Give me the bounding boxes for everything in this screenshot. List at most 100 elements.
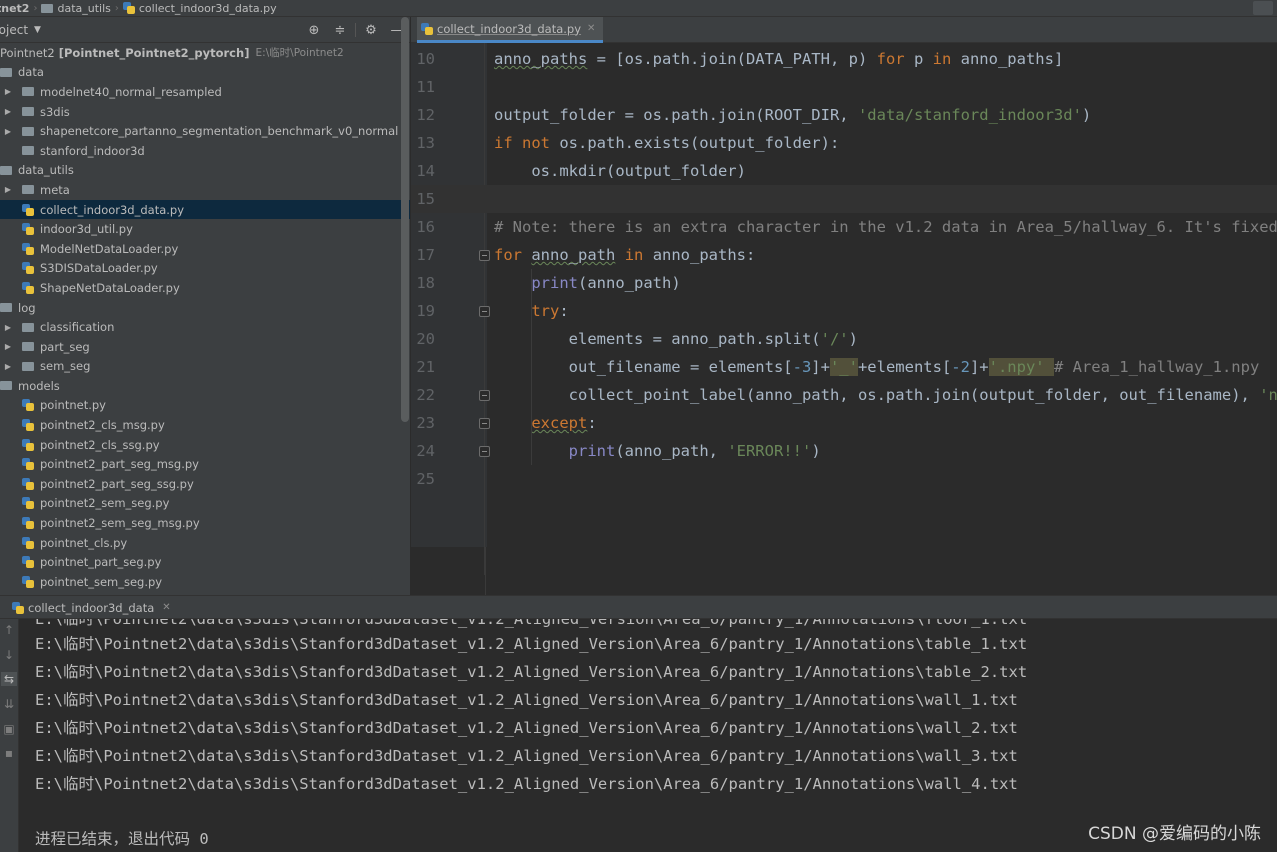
trash-icon[interactable]: ▪: [1, 746, 17, 760]
breadcrumb-project[interactable]: tnet2: [0, 0, 29, 16]
line-number: 23: [416, 414, 435, 432]
tree-item[interactable]: sem_seg: [0, 357, 410, 377]
tree-item[interactable]: s3dis: [0, 102, 410, 122]
soft-wrap-icon[interactable]: ⇆: [1, 672, 17, 686]
tree-item-label: ModelNetDataLoader.py: [40, 241, 179, 256]
close-icon[interactable]: ✕: [162, 602, 170, 613]
tree-item[interactable]: classification: [0, 317, 410, 337]
tree-item[interactable]: pointnet2_cls_ssg.py: [0, 435, 410, 455]
tree-item[interactable]: pointnet2_cls_msg.py: [0, 415, 410, 435]
tree-item[interactable]: pointnet2_part_seg_msg.py: [0, 454, 410, 474]
close-icon[interactable]: ✕: [587, 23, 595, 34]
chevron-down-icon[interactable]: ▼: [34, 25, 41, 35]
breadcrumb-data-utils[interactable]: data_utils: [41, 0, 111, 16]
tree-item[interactable]: ShapeNetDataLoader.py: [0, 278, 410, 298]
project-root-module: [Pointnet_Pointnet2_pytorch]: [58, 45, 250, 60]
code-text: # Note: there is an extra character in t…: [494, 218, 1277, 236]
tree-item-label: meta: [40, 182, 70, 197]
chevron-right-icon[interactable]: [2, 323, 14, 332]
line-number: 25: [416, 470, 435, 488]
line-number: 16: [416, 218, 435, 236]
navigation-bar: tnet2 › data_utils › collect_indoor3d_da…: [0, 0, 1277, 17]
tree-item[interactable]: meta: [0, 180, 410, 200]
console-line: E:\临时\Pointnet2\data\s3dis\Stanford3dDat…: [35, 635, 1028, 653]
tree-item[interactable]: models: [0, 376, 410, 396]
code-text: os.mkdir(output_folder): [494, 162, 746, 180]
print-icon[interactable]: ▣: [1, 722, 17, 736]
python-file-icon: [22, 458, 34, 471]
tree-item[interactable]: S3DISDataLoader.py: [0, 259, 410, 279]
code-token: '.npy': [988, 358, 1045, 376]
breadcrumb-file[interactable]: collect_indoor3d_data.py: [122, 0, 277, 16]
fold-marker-icon[interactable]: [479, 446, 490, 457]
fold-marker-icon[interactable]: [479, 306, 490, 317]
python-file-icon: [22, 419, 34, 432]
python-file-icon: [22, 242, 34, 255]
down-arrow-icon[interactable]: ↓: [1, 648, 17, 662]
code-text: output_folder = os.path.join(ROOT_DIR, '…: [494, 106, 1091, 124]
fold-marker-icon[interactable]: [479, 390, 490, 401]
tree-item-label: shapenetcore_partanno_segmentation_bench…: [40, 124, 399, 139]
tree-item[interactable]: pointnet_sem_seg.py: [0, 572, 410, 592]
tree-item[interactable]: ModelNetDataLoader.py: [0, 239, 410, 259]
tree-root[interactable]: Pointnet2 [Pointnet_Pointnet2_pytorch] E…: [0, 43, 410, 63]
code-text: elements = anno_path.split('/'): [494, 330, 858, 348]
code-token: ]+: [811, 358, 830, 376]
tree-item-label: S3DISDataLoader.py: [40, 261, 158, 276]
chevron-right-icon[interactable]: [2, 107, 14, 116]
fold-marker-icon[interactable]: [479, 250, 490, 261]
project-scrollbar[interactable]: [401, 17, 409, 422]
folder-icon: [22, 146, 34, 156]
editor-tab-active[interactable]: collect_indoor3d_data.py ✕: [417, 17, 604, 43]
tree-item[interactable]: part_seg: [0, 337, 410, 357]
chevron-right-icon[interactable]: [2, 185, 14, 194]
folder-icon: [22, 342, 34, 352]
tree-item[interactable]: shapenetcore_partanno_segmentation_bench…: [0, 121, 410, 141]
tree-item-label: pointnet2_cls_ssg.py: [40, 437, 160, 452]
csdn-watermark: CSDN @爱编码的小陈: [1088, 824, 1261, 844]
run-console[interactable]: E:\临时\Pointnet2\data\s3dis\Stanford3dDat…: [19, 619, 1277, 852]
up-arrow-icon[interactable]: ↑: [1, 623, 17, 637]
tree-item[interactable]: data_utils: [0, 161, 410, 181]
tree-item[interactable]: pointnet2_sem_seg_msg.py: [0, 513, 410, 533]
gear-icon[interactable]: ⚙: [358, 23, 384, 38]
tree-item[interactable]: pointnet_part_seg.py: [0, 552, 410, 572]
project-panel-title[interactable]: roject: [0, 23, 28, 37]
fold-marker-icon[interactable]: [479, 418, 490, 429]
tree-item[interactable]: pointnet2_sem_seg.py: [0, 494, 410, 514]
divider: [355, 23, 356, 37]
line-number: 22: [416, 386, 435, 404]
tree-item[interactable]: pointnet.py: [0, 396, 410, 416]
run-tab-bar: collect_indoor3d_data ✕: [0, 595, 1277, 619]
chevron-right-icon[interactable]: [2, 87, 14, 96]
folder-icon: [22, 87, 34, 97]
collapse-all-icon[interactable]: ≑: [327, 23, 353, 38]
tree-item[interactable]: pointnet_cls.py: [0, 533, 410, 553]
tree-item[interactable]: indoor3d_util.py: [0, 219, 410, 239]
tree-item-label: sem_seg: [40, 359, 91, 374]
console-line: E:\临时\Pointnet2\data\s3dis\Stanford3dDat…: [35, 747, 1018, 765]
chevron-right-icon[interactable]: [2, 127, 14, 136]
tree-item[interactable]: pointnet2_part_seg_ssg.py: [0, 474, 410, 494]
code-line: 22 collect_point_label(anno_path, os.pat…: [411, 381, 1277, 409]
run-tab[interactable]: collect_indoor3d_data ✕: [8, 596, 177, 619]
scroll-to-end-icon[interactable]: ⇊: [1, 697, 17, 711]
tree-item[interactable]: stanford_indoor3d: [0, 141, 410, 161]
console-line: E:\临时\Pointnet2\data\s3dis\Stanford3dDat…: [35, 775, 1018, 793]
user-icon[interactable]: [1253, 1, 1273, 15]
code-text: for anno_path in anno_paths:: [494, 246, 755, 264]
code-token: for: [494, 246, 522, 264]
tree-item[interactable]: log: [0, 298, 410, 318]
chevron-right-icon[interactable]: [2, 362, 14, 371]
code-area[interactable]: 10 anno_paths = [os.path.join(DATA_PATH, …: [411, 43, 1277, 595]
chevron-right-icon[interactable]: [2, 342, 14, 351]
tree-item[interactable]: modelnet40_normal_resampled: [0, 82, 410, 102]
tree-item[interactable]: data: [0, 63, 410, 83]
project-panel-header: roject ▼ ⊕ ≑ ⚙ —: [0, 17, 410, 43]
code-token: = [os.path.join(DATA_PATH, p): [587, 50, 877, 68]
tree-item[interactable]: collect_indoor3d_data.py: [0, 199, 410, 220]
locate-file-icon[interactable]: ⊕: [301, 23, 327, 38]
tree-item-label: classification: [40, 320, 115, 335]
code-line: 14 os.mkdir(output_folder): [411, 157, 1277, 185]
